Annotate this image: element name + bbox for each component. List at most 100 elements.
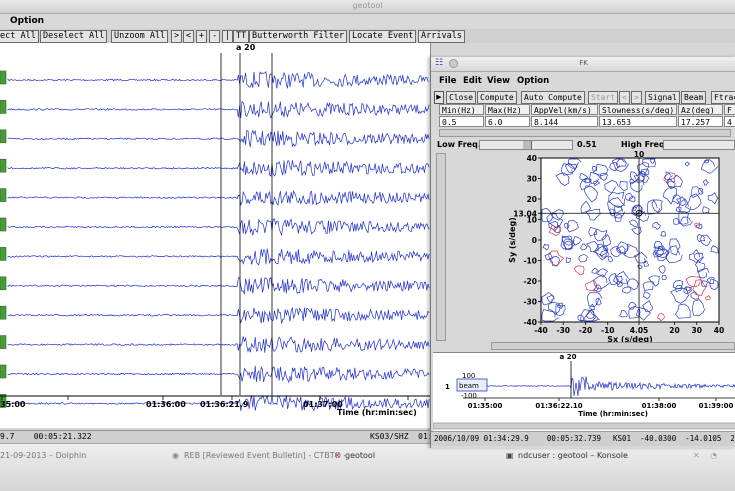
trace-select-tab[interactable] — [0, 364, 7, 379]
window-title: geotool — [352, 1, 383, 10]
fk-next-button[interactable]: > — [631, 91, 642, 104]
fk-slowness-plot[interactable]: 40302013.04100-10-20-30-40-40 -30 -20 -10 4.… — [445, 150, 735, 345]
fk-ftrace-button[interactable]: Ftrac — [711, 91, 735, 104]
task-geotool[interactable]: geotool — [345, 449, 375, 463]
trace-select-tab[interactable] — [0, 129, 7, 144]
time-axis-label: Time (hr:min:sec) — [337, 408, 417, 417]
zoom-in-button[interactable]: + — [196, 30, 208, 43]
locate-event-button[interactable]: Locate Event — [349, 30, 417, 43]
fk-close-button[interactable]: Close — [446, 91, 477, 104]
tray-icon-1[interactable]: ✕ — [693, 449, 700, 463]
fk-compute-button[interactable]: Compute — [477, 91, 517, 104]
seismic-trace[interactable] — [7, 189, 430, 206]
fk-cell-az[interactable]: 17.257 — [678, 116, 723, 127]
cursor-line-button[interactable]: | — [222, 30, 234, 43]
seismic-trace[interactable] — [7, 160, 430, 177]
trace-select-tab[interactable] — [0, 247, 7, 261]
low-freq-slider-thumb[interactable] — [523, 141, 532, 149]
time-tick-3: 01:36:21.9 — [200, 400, 249, 409]
waveform-traces[interactable] — [0, 43, 430, 428]
fk-prev-button[interactable]: < — [619, 91, 630, 104]
trace-select-tab[interactable] — [0, 217, 7, 232]
geotool-icon[interactable]: ✕ — [334, 449, 341, 463]
seismic-trace[interactable] — [7, 336, 430, 353]
menu-option[interactable]: Option — [10, 16, 44, 26]
waveform-panel[interactable]: a 20 35:00 01:36:00 01:36:21.9 01:37:00 … — [0, 43, 431, 428]
fk-col-appvel: AppVel(km/s) — [531, 104, 598, 115]
tray-icon-2[interactable]: ◔ — [710, 449, 717, 463]
fk-play-icon[interactable]: ▶ — [434, 91, 444, 104]
fk-cell-appvel[interactable]: 8.144 — [531, 116, 598, 127]
seismic-trace[interactable] — [7, 70, 430, 90]
seismic-trace[interactable] — [7, 276, 430, 295]
toolbar: ect All Deselect All Unzoom All > < + - … — [0, 29, 735, 43]
fk-status-bar: 2006/10/09 01:34:29.9 00:05:32.739 KS01 … — [431, 431, 735, 446]
trace-select-tab[interactable] — [0, 276, 7, 291]
fk-y-tick-label: 0 — [532, 236, 537, 245]
scroll-left-button[interactable]: < — [183, 30, 195, 43]
trace-select-tab[interactable] — [0, 305, 7, 320]
taskbar: 21-09-2013 – Dolphin ◉ REB [Reviewed Eve… — [0, 443, 735, 491]
beam-trace[interactable]: a 20 1 100 beam -100 01:35:00 01:36:22.10 01:38… — [433, 353, 735, 431]
fk-y-tick-label: 20 — [527, 195, 537, 204]
trace-select-tab[interactable] — [0, 100, 7, 114]
fk-window: ☷ FK File Edit View Option ▶ Close Compu… — [430, 57, 735, 448]
high-freq-slider[interactable] — [663, 140, 735, 150]
fk-auto-compute-button[interactable]: Auto Compute — [521, 91, 585, 104]
beam-waveform[interactable] — [462, 376, 735, 397]
task-dolphin[interactable]: 21-09-2013 – Dolphin — [0, 449, 86, 463]
fk-y-tick-label: -30 — [523, 298, 537, 307]
beam-scale-top: 100 — [462, 372, 475, 380]
fk-table-scrollbar[interactable] — [439, 129, 731, 137]
time-tick-2: 01:36:00 — [146, 400, 186, 409]
fk-menu-edit[interactable]: Edit — [463, 76, 482, 86]
task-reb-browser[interactable]: REB [Reviewed Event Bulletin] - CTBTO - — [184, 449, 346, 463]
trace-select-tab[interactable] — [0, 188, 7, 202]
beam-scrollbar[interactable] — [433, 422, 735, 430]
trace-select-tab[interactable] — [0, 158, 7, 173]
seismic-trace[interactable] — [7, 248, 430, 266]
trace-select-tab[interactable] — [0, 70, 7, 85]
seismic-trace[interactable] — [7, 365, 430, 384]
travel-time-button[interactable]: TT — [233, 30, 250, 43]
fk-x-tick-label: 40 — [714, 326, 724, 335]
task-browser-icon[interactable]: ◉ — [172, 449, 179, 463]
fk-cell-slowness[interactable]: 13.653 — [599, 116, 677, 127]
seismic-trace[interactable] — [7, 100, 430, 119]
fk-y-axis-label: Sy (s/deg) — [508, 217, 517, 263]
beam-panel[interactable]: a 20 1 100 beam -100 01:35:00 01:36:22.10 01:38… — [433, 352, 735, 431]
fk-horizontal-scrollbar[interactable] — [491, 342, 735, 350]
scroll-right-button[interactable]: > — [171, 30, 183, 43]
fk-menu-option[interactable]: Option — [517, 76, 549, 86]
unzoom-all-button[interactable]: Unzoom All — [111, 30, 169, 43]
select-all-button[interactable]: ect All — [0, 30, 39, 43]
time-tick-1: 35:00 — [0, 400, 26, 409]
fk-signal-button[interactable]: Signal — [645, 91, 680, 104]
fk-beam-button[interactable]: Beam — [681, 91, 707, 104]
low-freq-slider[interactable] — [479, 140, 573, 150]
fk-start-button[interactable]: Start — [588, 91, 619, 104]
fk-x-tick-label: 4.05 — [630, 326, 649, 335]
arrivals-button[interactable]: Arrivals — [418, 30, 465, 43]
konsole-icon[interactable]: ▣ — [506, 449, 514, 463]
zoom-out-button[interactable]: - — [209, 30, 221, 43]
fk-menu-view[interactable]: View — [487, 76, 510, 86]
fk-cell-min[interactable]: 0.5 — [439, 116, 484, 127]
seismic-trace[interactable] — [7, 307, 430, 324]
beam-time-tick-label: 01:36:22.10 — [535, 402, 582, 410]
butterworth-filter-button[interactable]: Butterworth Filter — [249, 30, 348, 43]
fk-title: FK — [579, 59, 588, 67]
seismic-trace[interactable] — [7, 129, 430, 148]
fk-x-tick-label: -10 — [601, 326, 615, 335]
fk-cell-f[interactable]: 4 — [724, 116, 735, 127]
fk-cell-max[interactable]: 6.0 — [485, 116, 530, 127]
fk-col-f: F — [724, 104, 735, 115]
fk-status-left: 2006/10/09 01:34:29.9 00:05:32.739 — [434, 434, 602, 443]
fk-status-right: KS01 -40.0300 -14.0105 2.654 — [613, 434, 735, 443]
task-konsole[interactable]: ndcuser : geotool – Konsole — [518, 449, 628, 463]
fk-menu-file[interactable]: File — [439, 76, 456, 86]
seismic-trace[interactable] — [7, 218, 430, 237]
trace-select-tab[interactable] — [0, 335, 7, 349]
fk-y-tick-label: -20 — [523, 277, 537, 286]
deselect-all-button[interactable]: Deselect All — [40, 30, 108, 43]
